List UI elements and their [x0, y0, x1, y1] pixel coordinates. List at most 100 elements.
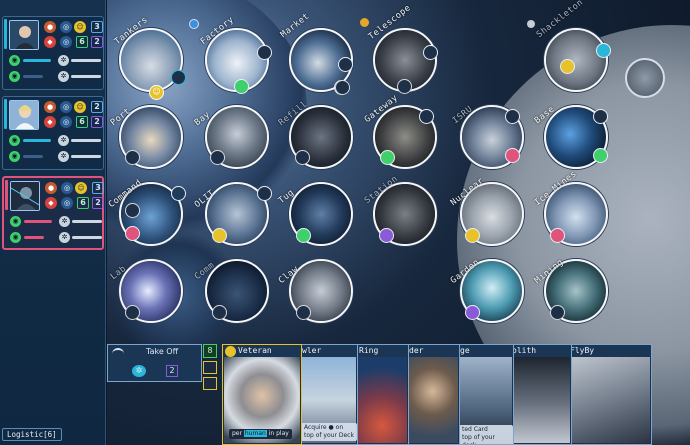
- player-card-1[interactable]: ● ◎ ☺ 3 ◆ ◎ 6 2 ◉ ✲ ◉ ✲: [2, 16, 104, 90]
- count-badge: 3: [92, 182, 104, 194]
- slot-icon[interactable]: [423, 45, 438, 60]
- ring-icon: ◉: [10, 232, 21, 243]
- fuel-icon[interactable]: [379, 228, 394, 243]
- hex-icon[interactable]: [125, 203, 140, 218]
- count-badge: 2: [91, 116, 103, 128]
- count-badge: 3: [91, 21, 103, 33]
- astronaut-icon: ☺: [75, 182, 87, 194]
- astronaut-icon[interactable]: [212, 228, 227, 243]
- card-title: FlyBy: [567, 345, 651, 357]
- count-badge: 2: [91, 36, 103, 48]
- slot-icon[interactable]: [257, 45, 272, 60]
- scan-icon: ◎: [61, 182, 73, 194]
- satellite-icon[interactable]: [257, 186, 272, 201]
- count-badge: 6: [77, 197, 89, 209]
- empty-slot[interactable]: [203, 377, 217, 390]
- radar-icon: ◎: [61, 197, 73, 209]
- hex-icon[interactable]: [296, 305, 311, 320]
- radar-icon: ◎: [60, 36, 72, 48]
- count-badge: 6: [76, 116, 88, 128]
- moon-icon: [527, 20, 535, 28]
- energy-icon: ●: [44, 101, 56, 113]
- ring-icon[interactable]: [234, 79, 249, 94]
- progress-track: [71, 75, 101, 78]
- player-card-2[interactable]: ● ◎ ☺ 2 ◆ ◎ 6 2 ◉ ✲ ◉ ✲: [2, 96, 104, 170]
- progress-track: [71, 155, 101, 158]
- takeoff-count: 8: [203, 344, 217, 358]
- logistic-button[interactable]: Logistic[6]: [2, 428, 62, 441]
- card-title: olith: [509, 345, 571, 357]
- card-flyby[interactable]: FlyBy: [566, 344, 652, 445]
- avatar[interactable]: [10, 181, 40, 211]
- slot-icon[interactable]: [171, 70, 186, 85]
- fuel-icon: ◆: [45, 197, 57, 209]
- location-shackleton[interactable]: [544, 28, 608, 92]
- avatar[interactable]: [9, 100, 39, 130]
- progress-track: [23, 155, 43, 158]
- settings-icon: ✲: [58, 151, 69, 162]
- progress-track: [23, 75, 43, 78]
- hex-icon[interactable]: [550, 305, 565, 320]
- astronaut-icon: ☺: [74, 101, 86, 113]
- hex-icon[interactable]: [125, 150, 140, 165]
- card-crawler[interactable]: wler Acquire ● on top of your Deck: [298, 344, 358, 445]
- card-veteran[interactable]: Veteran per human in play: [222, 344, 302, 445]
- energy-icon: ●: [44, 21, 56, 33]
- ring-icon[interactable]: [593, 148, 608, 163]
- card-art: [510, 357, 570, 443]
- progress-track: [24, 220, 52, 223]
- hex-icon[interactable]: [210, 150, 225, 165]
- card-monolith[interactable]: olith: [508, 344, 572, 445]
- scan-icon: ◎: [60, 101, 72, 113]
- fuel-icon: ◆: [44, 36, 56, 48]
- card-art: [407, 357, 458, 443]
- fuel-icon[interactable]: [505, 148, 520, 163]
- avatar[interactable]: [9, 20, 39, 50]
- energy-icon: ●: [45, 182, 57, 194]
- settings-icon: ✲: [58, 71, 69, 82]
- fuel-icon[interactable]: [550, 228, 565, 243]
- player-accent: [5, 180, 8, 210]
- progress-track: [71, 59, 101, 62]
- ring-icon: ◉: [9, 135, 20, 146]
- fuel-icon[interactable]: [125, 226, 140, 241]
- card-art: [568, 357, 650, 443]
- astronaut-icon[interactable]: ☺: [149, 85, 164, 100]
- slot-icon[interactable]: [505, 109, 520, 124]
- player-card-3[interactable]: ● ◎ ☺ 3 ◆ ◎ 6 2 ◉ ✲ ◉ ✲: [2, 176, 104, 250]
- slot-icon[interactable]: [593, 109, 608, 124]
- fuel-icon: ◆: [44, 116, 56, 128]
- progress-track: [72, 220, 102, 223]
- card-title: der: [406, 345, 459, 357]
- count-badge: 2: [91, 101, 103, 113]
- fuel-icon[interactable]: [465, 305, 480, 320]
- card-image[interactable]: ge ted Cardtop of your deck.: [456, 344, 514, 445]
- fuel-icon[interactable]: [596, 43, 611, 58]
- card-ring[interactable]: Ring: [355, 344, 409, 445]
- ring-icon: ◉: [9, 55, 20, 66]
- hex-icon[interactable]: [125, 305, 140, 320]
- card-leader[interactable]: der: [405, 344, 460, 445]
- slot-icon[interactable]: [338, 57, 353, 72]
- satellite-icon[interactable]: [171, 186, 186, 201]
- astronaut-icon[interactable]: [465, 228, 480, 243]
- empty-slot[interactable]: [203, 361, 217, 374]
- settings-icon: ✲: [58, 135, 69, 146]
- ring-icon[interactable]: [380, 150, 395, 165]
- fan-icon: ✲: [132, 365, 146, 377]
- hex-icon[interactable]: [212, 305, 227, 320]
- ring-icon[interactable]: [296, 228, 311, 243]
- takeoff-panel[interactable]: Take Off ✲ 2: [107, 344, 202, 382]
- sun-icon: [360, 18, 369, 27]
- asteroid-node[interactable]: [625, 58, 665, 98]
- player-accent: [4, 99, 7, 129]
- astronaut-icon: [225, 346, 236, 357]
- slot-icon[interactable]: [419, 109, 434, 124]
- card-art: [357, 357, 407, 443]
- hex-icon[interactable]: [397, 79, 412, 94]
- hex-icon[interactable]: [335, 80, 350, 95]
- player-accent: [4, 19, 7, 49]
- hex-icon[interactable]: [295, 150, 310, 165]
- astronaut-icon[interactable]: [560, 59, 575, 74]
- progress-track: [71, 139, 101, 142]
